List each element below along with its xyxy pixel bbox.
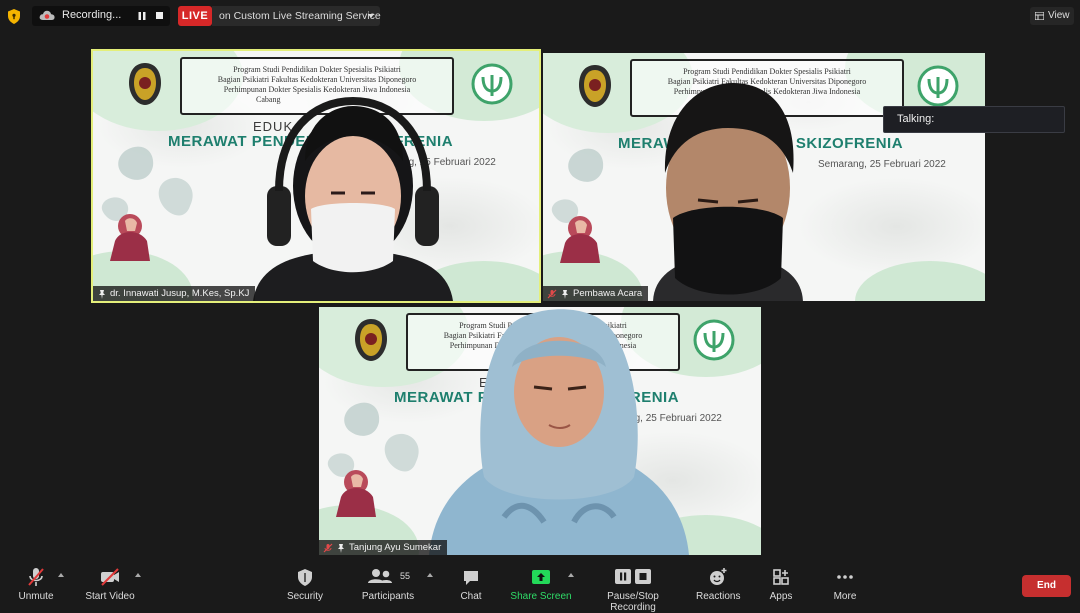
security-label: Security xyxy=(286,591,324,602)
muted-mic-icon xyxy=(323,543,333,552)
view-button[interactable]: View xyxy=(1030,7,1074,25)
slide-date: Semarang, 25 Februari 2022 xyxy=(818,159,946,170)
apps-label: Apps xyxy=(769,591,793,602)
caret-down-icon xyxy=(368,14,374,18)
reactions-button[interactable]: Reactions xyxy=(696,566,740,602)
pause-stop-icon xyxy=(615,569,651,584)
university-seal-icon xyxy=(129,63,161,105)
participant-name: dr. Innawati Jusup, M.Kes, Sp.KJ xyxy=(110,288,250,299)
participant-video-person xyxy=(253,96,453,301)
association-logo-icon xyxy=(471,63,513,105)
unmute-label: Unmute xyxy=(18,591,54,602)
chat-bubble-icon xyxy=(464,571,478,585)
unmute-button[interactable]: Unmute xyxy=(14,566,58,602)
chat-label: Chat xyxy=(460,591,482,602)
start-video-label: Start Video xyxy=(85,591,135,602)
live-badge[interactable]: LIVE xyxy=(178,6,212,26)
view-label: View xyxy=(1048,10,1070,21)
slide-header-line: Program Studi Pendidikan Dokter Spesiali… xyxy=(683,67,851,76)
talking-indicator-popup: Talking: xyxy=(883,106,1065,133)
participant-nametag: dr. Innawati Jusup, M.Kes, Sp.KJ xyxy=(93,286,256,301)
pause-stop-recording-label: Pause/Stop Recording xyxy=(607,591,659,613)
audio-options-chevron-icon[interactable] xyxy=(58,573,64,577)
start-video-button[interactable]: Start Video xyxy=(84,566,136,602)
muted-microphone-icon xyxy=(28,568,44,586)
more-dots-icon xyxy=(837,575,853,579)
more-button[interactable]: More xyxy=(829,566,861,602)
university-seal-icon xyxy=(355,319,387,361)
recording-label: Recording... xyxy=(62,9,122,21)
smiley-plus-icon xyxy=(710,568,727,585)
video-tile-participant[interactable]: Program Studi Pendidikan Dokter Spesiali… xyxy=(319,307,761,555)
video-options-chevron-icon[interactable] xyxy=(135,573,141,577)
pause-recording-icon[interactable] xyxy=(138,12,146,20)
ghost-illustration xyxy=(101,146,193,261)
stop-recording-icon[interactable] xyxy=(156,12,163,19)
share-screen-icon xyxy=(532,570,550,584)
slide-header-line: Bagian Psikiatri Fakultas Kedokteran Uni… xyxy=(217,75,417,84)
participant-name: Tanjung Ayu Sumekar xyxy=(349,542,442,553)
recording-indicator: Recording... xyxy=(32,6,170,26)
share-options-chevron-icon[interactable] xyxy=(568,573,574,577)
share-screen-button[interactable]: Share Screen xyxy=(508,566,574,602)
association-logo-icon xyxy=(917,65,959,107)
participants-count: 55 xyxy=(400,571,411,581)
pin-icon xyxy=(562,289,568,299)
end-meeting-button[interactable]: End xyxy=(1022,575,1071,597)
talking-label: Talking: xyxy=(897,113,935,125)
pause-stop-recording-button[interactable]: Pause/Stop Recording xyxy=(585,566,681,613)
video-tile-participant[interactable]: Program Studi Pendidikan Dokter Spesiali… xyxy=(543,53,985,301)
more-label: More xyxy=(833,591,857,602)
video-off-icon xyxy=(101,568,119,586)
participant-video-person xyxy=(653,83,803,301)
reactions-label: Reactions xyxy=(696,591,741,602)
pin-icon xyxy=(99,289,105,299)
video-tile-speaker[interactable]: Program Studi Pendidikan Dokter Spesiali… xyxy=(91,49,541,303)
stream-service-label: on Custom Live Streaming Service xyxy=(219,10,381,22)
share-screen-label: Share Screen xyxy=(510,591,572,602)
participant-nametag: Tanjung Ayu Sumekar xyxy=(319,540,448,555)
association-logo-icon xyxy=(693,319,735,361)
security-shield-icon[interactable] xyxy=(7,9,21,24)
participants-label: Participants xyxy=(361,591,415,602)
security-shield-icon xyxy=(298,569,312,586)
pin-icon xyxy=(338,543,344,553)
participant-nametag: Pembawa Acara xyxy=(543,286,649,301)
participant-video-person xyxy=(429,309,689,555)
university-seal-icon xyxy=(579,65,611,107)
grid-view-icon xyxy=(1035,12,1044,20)
apps-icon xyxy=(773,569,789,585)
security-button[interactable]: Security xyxy=(282,566,328,602)
slide-header-line: Program Studi Pendidikan Dokter Spesiali… xyxy=(233,65,401,74)
chat-button[interactable]: Chat xyxy=(455,566,487,602)
muted-mic-icon xyxy=(547,289,557,298)
ghost-illustration xyxy=(327,402,419,517)
cloud-recording-icon xyxy=(39,10,55,20)
live-stream-dropdown[interactable]: on Custom Live Streaming Service xyxy=(212,6,381,26)
participants-options-chevron-icon[interactable] xyxy=(427,573,433,577)
participant-name: Pembawa Acara xyxy=(573,288,643,299)
apps-button[interactable]: Apps xyxy=(766,566,796,602)
